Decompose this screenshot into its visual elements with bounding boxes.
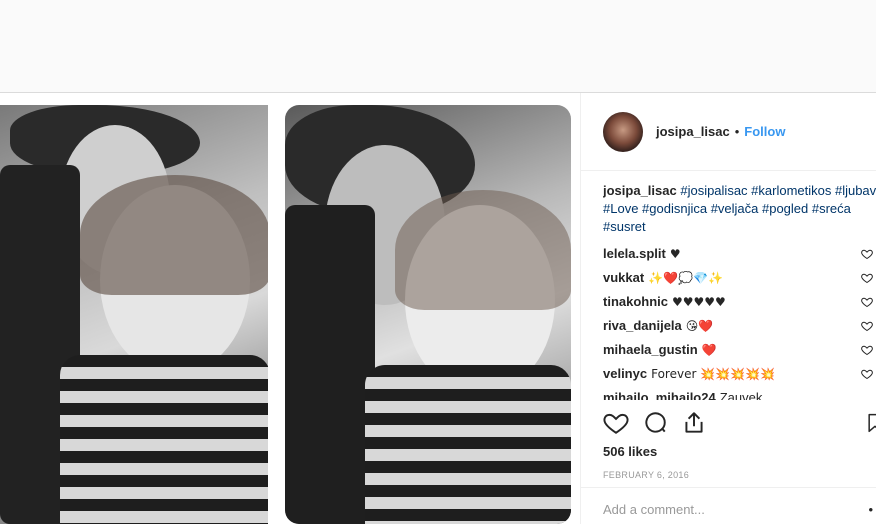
comment-row: tinakohnic ♥♥♥♥♥ [603,290,876,314]
comment-like-icon[interactable] [861,344,873,356]
comment-username[interactable]: tinakohnic [603,293,668,311]
comment-text: ♥♥♥♥♥ [672,295,726,309]
comment-like-icon[interactable] [861,296,873,308]
comment-username[interactable]: lelela.split [603,245,666,263]
comment-text: Zauvek [719,390,763,400]
comment-row: mihaela_gustin ❤️ [603,338,876,362]
follow-button[interactable]: Follow [744,124,785,139]
comment-text: ❤️ [701,343,717,357]
post-header: josipa_lisac • Follow [581,93,876,171]
comment-icon[interactable] [642,410,668,436]
comment-like-icon[interactable] [861,368,873,380]
photo-left-half [0,105,268,524]
heart-icon[interactable] [603,410,629,436]
post-photo[interactable] [0,93,580,524]
comment-row: riva_danijela 😘❤️ [603,314,876,338]
comment-username[interactable]: vukkat [603,269,644,287]
comment-username[interactable]: mihaela_gustin [603,341,698,359]
comment-row: lelela.split ♥ [603,242,876,266]
more-options-icon[interactable]: • [868,502,873,517]
caption-username[interactable]: josipa_lisac [603,183,677,198]
avatar[interactable] [603,111,643,152]
comment-text: ♥ [669,247,681,261]
comment-text: 😘❤️ [685,319,714,333]
share-icon[interactable] [681,410,707,436]
comment-username[interactable]: mihailo_mihailo24 [603,389,716,400]
post-actions [603,408,876,440]
comments-list[interactable]: josipa_lisac #josipalisac #karlometikos … [603,182,876,400]
header-username[interactable]: josipa_lisac [656,124,730,139]
likes-count[interactable]: 506 likes [603,444,657,459]
post-date: FEBRUARY 6, 2016 [603,470,690,480]
header-separator: • [734,124,740,139]
top-navigation-bar [0,0,876,93]
comment-like-icon[interactable] [861,248,873,260]
add-comment-bar: Add a comment... • [581,487,876,524]
post-details-panel: josipa_lisac • Follow josipa_lisac #josi… [580,93,876,524]
comment-text: ✨❤️💭💎✨ [648,271,723,285]
comment-like-icon[interactable] [861,320,873,332]
comment-username[interactable]: velinyc [603,365,647,383]
comment-username[interactable]: riva_danijela [603,317,682,335]
comment-like-icon[interactable] [861,272,873,284]
photo-right-half [285,105,571,524]
add-comment-input[interactable]: Add a comment... [603,502,705,517]
comment-row: mihailo_mihailo24 Zauvek [603,386,876,400]
comment-row: vukkat ✨❤️💭💎✨ [603,266,876,290]
comment-row: velinyc Forever 💥💥💥💥💥 [603,362,876,386]
bookmark-icon[interactable] [865,410,876,436]
comment-text: Forever 💥💥💥💥💥 [651,367,775,381]
post-caption: josipa_lisac #josipalisac #karlometikos … [603,182,876,236]
